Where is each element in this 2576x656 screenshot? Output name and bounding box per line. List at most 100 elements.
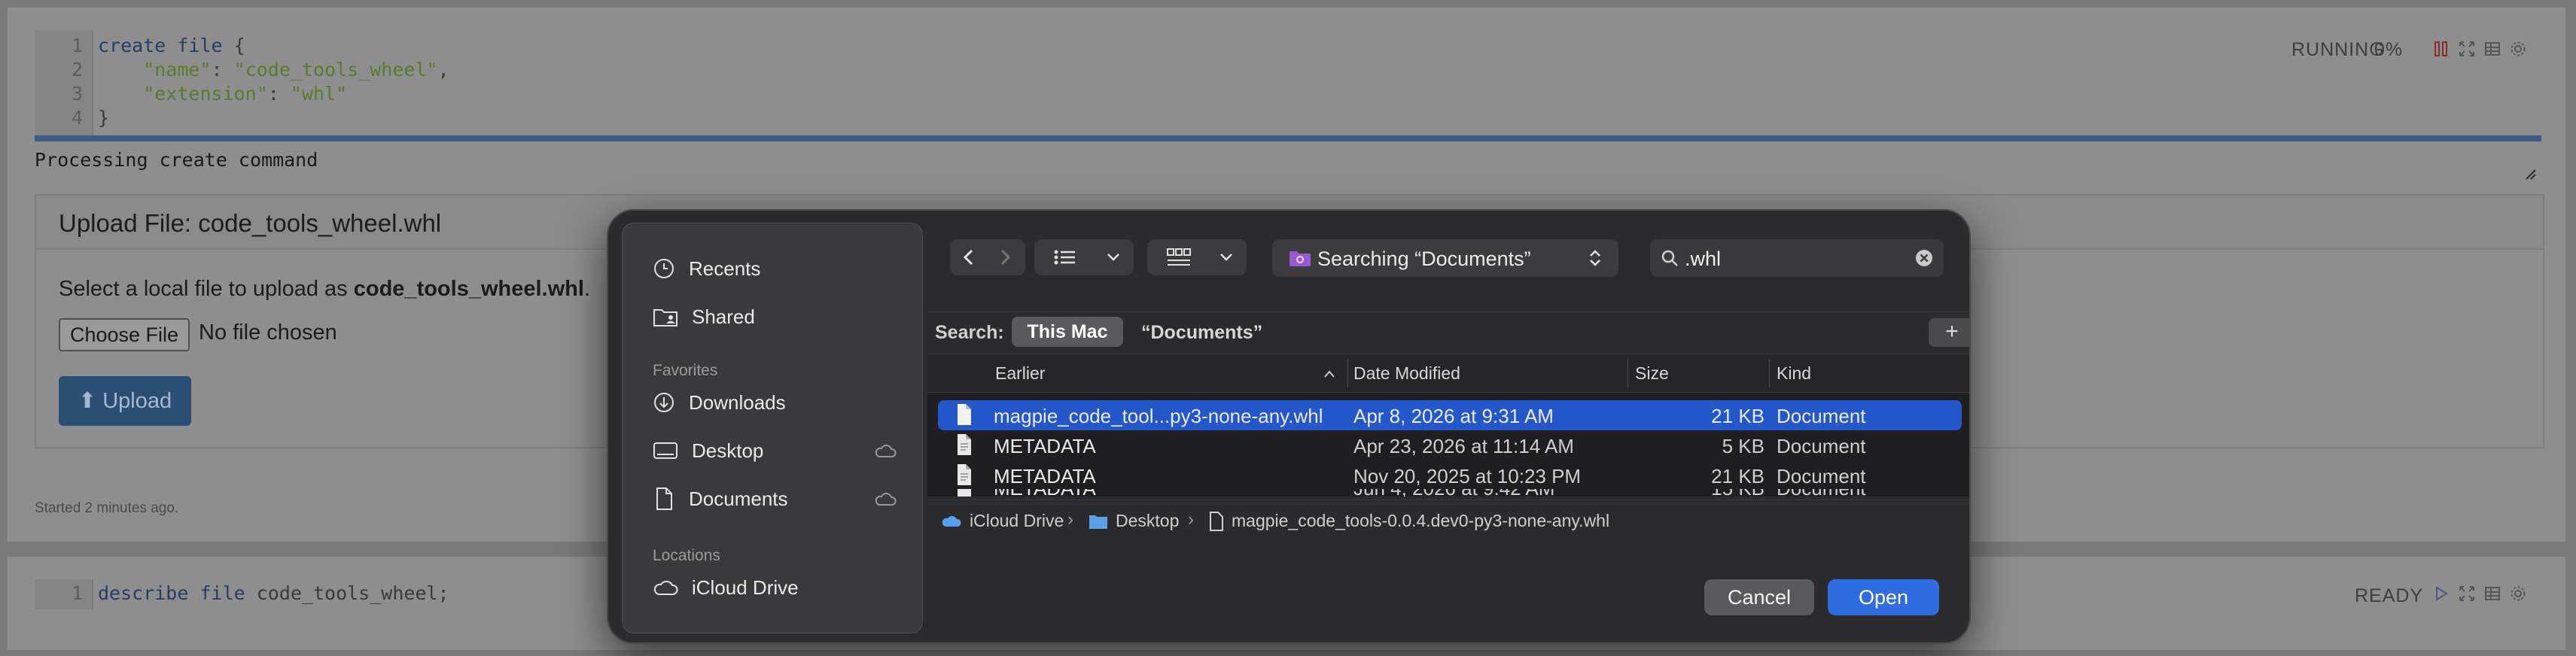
document-file-icon <box>958 464 971 485</box>
sidebar-label: Downloads <box>689 390 786 414</box>
resize-handle-icon[interactable] <box>2523 167 2537 181</box>
icloud-status-icon <box>875 445 897 457</box>
chevron-down-icon <box>1220 254 1232 261</box>
line-gutter: 1 2 3 4 <box>35 30 93 135</box>
sidebar-label: Recents <box>689 257 761 280</box>
choose-file-button[interactable]: Choose File <box>59 318 190 351</box>
cell-progress-percent: 0% <box>2374 39 2404 60</box>
file-size: 21 KB <box>1711 465 1765 487</box>
view-group-button[interactable] <box>1147 239 1247 275</box>
code-line: "name": "code_tools_wheel", <box>143 59 449 80</box>
folder-icon <box>1089 515 1107 529</box>
icloud-status-icon <box>875 493 897 506</box>
column-header-date[interactable]: Date Modified <box>1353 363 1460 384</box>
sidebar-label: Shared <box>692 305 755 328</box>
file-row[interactable]: METADATA Jun 4, 2026 at 9:42 AM 15 KB Do… <box>938 489 1962 497</box>
download-icon <box>654 393 674 412</box>
sidebar-item-documents[interactable]: Documents <box>653 484 788 514</box>
scope-documents-button[interactable]: “Documents” <box>1141 322 1262 344</box>
cloud-icon <box>942 515 961 527</box>
column-header-name[interactable]: Earlier <box>995 363 1045 384</box>
back-chevron-icon[interactable] <box>961 248 977 266</box>
file-row[interactable]: METADATA Apr 23, 2026 at 11:14 AM 5 KB D… <box>938 430 1962 460</box>
updown-chevron-icon <box>1590 250 1600 266</box>
sort-ascending-icon <box>1324 370 1335 378</box>
view-list-button[interactable] <box>1034 239 1134 275</box>
file-date: Jun 4, 2026 at 9:42 AM <box>1353 489 1554 497</box>
expand-icon[interactable] <box>2459 585 2475 602</box>
column-header-kind[interactable]: Kind <box>1777 363 1811 384</box>
list-view-icon <box>1054 250 1075 265</box>
stop-icon[interactable] <box>2433 41 2450 57</box>
scope-this-mac-button[interactable]: This Mac <box>1012 317 1123 347</box>
path-crumb-desktop[interactable]: Desktop <box>1089 511 1179 531</box>
table-view-icon[interactable] <box>2484 585 2501 602</box>
file-kind: Document <box>1777 405 1866 427</box>
line-number: 1 <box>71 35 83 56</box>
code-line: create file { <box>98 35 245 56</box>
path-bar: iCloud Drive › Desktop › magpie_code_too… <box>927 500 1969 541</box>
crumb-label: Desktop <box>1116 511 1180 530</box>
settings-gear-icon[interactable] <box>2510 585 2526 602</box>
file-name: METADATA <box>994 465 1096 487</box>
cell-status: READY <box>2355 585 2424 606</box>
code-line: "extension": "whl" <box>143 83 348 105</box>
line-number: 4 <box>71 107 83 129</box>
dialog-sidebar: Recents Shared Favorites Downloads Deskt… <box>622 223 923 633</box>
cell-output-text: Processing create command <box>35 149 318 171</box>
document-file-icon <box>958 434 971 455</box>
location-label: Searching “Documents” <box>1317 248 1531 270</box>
sidebar-item-shared[interactable]: Shared <box>653 302 755 332</box>
sidebar-item-desktop[interactable]: Desktop <box>653 436 894 466</box>
column-separator[interactable] <box>1347 359 1348 387</box>
search-input[interactable]: .whl <box>1685 248 1721 271</box>
chevron-down-icon <box>1107 254 1119 261</box>
file-date: Nov 20, 2025 at 10:23 PM <box>1353 465 1582 487</box>
expand-icon[interactable] <box>2459 41 2475 57</box>
crumb-label: magpie_code_tools-0.0.4.dev0-py3-none-an… <box>1232 511 1610 530</box>
settings-gear-icon[interactable] <box>2510 41 2526 57</box>
add-criteria-button[interactable]: + <box>1929 318 1969 347</box>
shared-folder-icon <box>653 309 677 326</box>
path-separator-icon: › <box>1067 509 1073 530</box>
code-line: describe file code_tools_wheel; <box>98 582 449 604</box>
file-size: 21 KB <box>1711 405 1765 427</box>
file-name: METADATA <box>994 435 1096 457</box>
sidebar-section-favorites: Favorites <box>653 362 718 379</box>
line-number: 3 <box>71 83 83 105</box>
table-view-icon[interactable] <box>2484 41 2501 57</box>
code-editor[interactable]: 1 2 3 4 create file { "name": "code_tool… <box>35 30 2519 135</box>
cancel-button[interactable]: Cancel <box>1704 579 1814 615</box>
location-popup[interactable]: Searching “Documents” <box>1272 239 1618 277</box>
crumb-label: iCloud Drive <box>970 511 1064 530</box>
path-crumb-file[interactable]: magpie_code_tools-0.0.4.dev0-py3-none-an… <box>1209 511 1609 531</box>
sidebar-item-recents[interactable]: Recents <box>653 254 760 284</box>
search-scope-bar: Search: This Mac “Documents” + <box>927 311 1969 353</box>
forward-chevron-icon[interactable] <box>997 248 1013 266</box>
upload-description: Select a local file to upload as code_to… <box>59 277 590 301</box>
clear-search-icon[interactable] <box>1915 249 1933 267</box>
file-row[interactable]: METADATA Nov 20, 2025 at 10:23 PM 21 KB … <box>938 460 1962 490</box>
file-size: 15 KB <box>1653 489 1765 497</box>
upload-button-label: Upload <box>102 389 172 413</box>
sidebar-section-locations: Locations <box>653 547 720 564</box>
sidebar-item-downloads[interactable]: Downloads <box>653 387 786 418</box>
column-separator[interactable] <box>1769 359 1770 387</box>
column-header-size[interactable]: Size <box>1635 363 1669 384</box>
search-field[interactable]: .whl <box>1650 239 1944 277</box>
sidebar-label: Desktop <box>692 439 764 462</box>
started-timestamp: Started 2 minutes ago. <box>35 500 179 516</box>
file-open-dialog: Recents Shared Favorites Downloads Deskt… <box>607 209 1971 644</box>
upload-button[interactable]: ⬆ Upload <box>59 376 191 426</box>
run-icon[interactable] <box>2433 585 2450 602</box>
file-date: Apr 8, 2026 at 9:31 AM <box>1353 405 1554 427</box>
progress-bar <box>35 135 2541 141</box>
sidebar-item-icloud-drive[interactable]: iCloud Drive <box>653 572 799 603</box>
search-icon <box>1661 250 1678 266</box>
file-kind: Document <box>1777 465 1866 487</box>
file-row[interactable]: magpie_code_tool...py3-none-any.whl Apr … <box>938 400 1962 430</box>
open-button[interactable]: Open <box>1828 579 1939 615</box>
path-crumb-icloud[interactable]: iCloud Drive <box>941 511 1064 531</box>
sidebar-label: Documents <box>689 487 788 510</box>
nav-back-forward <box>950 239 1025 275</box>
